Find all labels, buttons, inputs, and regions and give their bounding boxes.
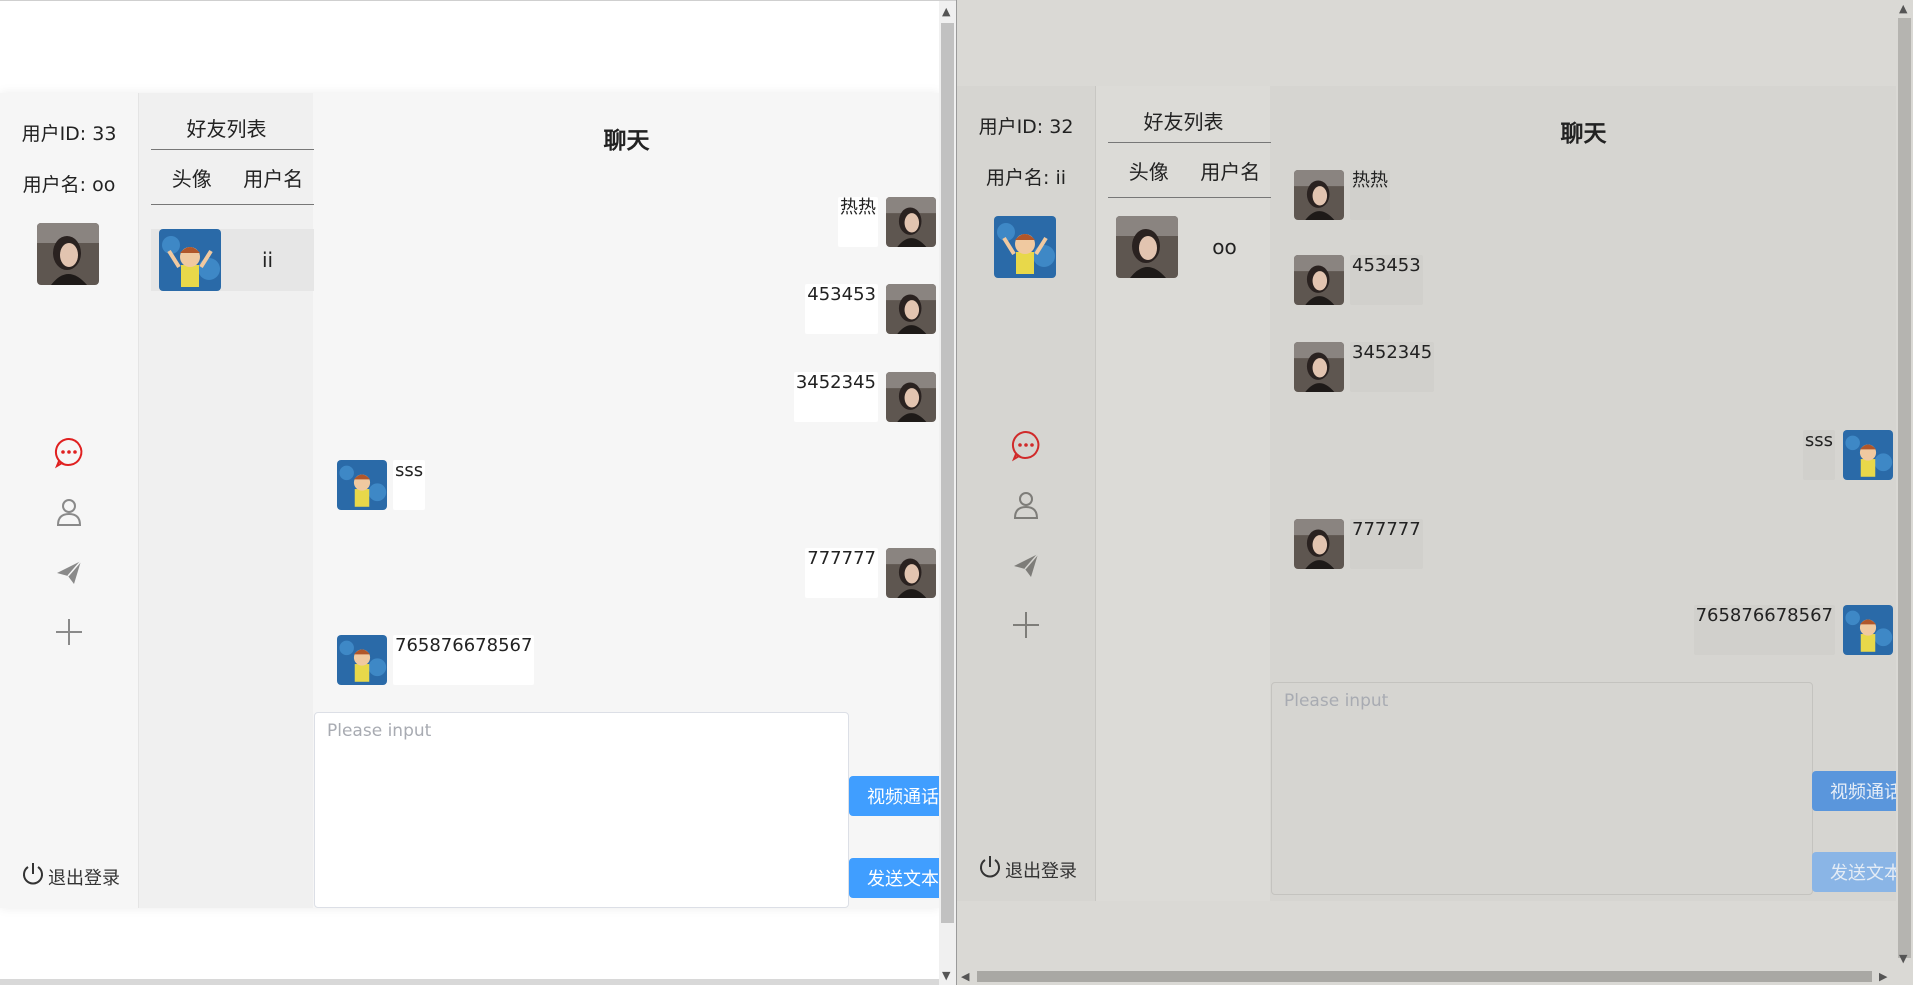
chat-title: 聊天 — [1560, 121, 1607, 147]
friend-list-header: 头像 用户名 — [151, 149, 314, 205]
friend-avatar — [159, 229, 221, 291]
user-icon[interactable] — [52, 495, 86, 529]
col-username-header: 用户名 — [1200, 159, 1261, 184]
col-avatar-header: 头像 — [171, 166, 212, 191]
self-avatar — [994, 216, 1056, 278]
user-name-label: 用户名: oo — [22, 174, 116, 196]
paper-plane-icon[interactable] — [1009, 548, 1043, 582]
message-avatar — [1294, 519, 1344, 569]
chat-bubble-icon[interactable] — [1009, 428, 1043, 462]
message-text: 3452345 — [1350, 342, 1435, 392]
logout-button[interactable]: 退出登录 — [20, 861, 120, 892]
user-icon[interactable] — [1009, 488, 1043, 522]
friend-row[interactable]: ii — [151, 229, 314, 291]
logout-label: 退出登录 — [1005, 860, 1077, 882]
message-avatar — [1294, 170, 1344, 220]
friend-list-header: 头像 用户名 — [1108, 142, 1271, 198]
message-text: sss — [393, 460, 426, 510]
vertical-scrollbar[interactable]: ▲ ▼ — [1896, 0, 1913, 985]
power-icon — [977, 854, 1005, 885]
sidebar: 用户ID: 33 用户名: oo 退出登录 — [0, 93, 138, 908]
chat-message: 热热 — [838, 197, 936, 247]
friend-list-panel: 好友列表 头像 用户名 ii — [138, 93, 314, 908]
chat-message: 765876678567 — [337, 635, 535, 685]
chat-panel: 聊天 热热 453453 3452345 sss 777777 76587667… — [313, 93, 949, 908]
paper-plane-icon[interactable] — [52, 555, 86, 589]
message-text: 热热 — [1350, 170, 1390, 220]
horizontal-scrollbar[interactable] — [0, 979, 939, 985]
message-text: 777777 — [805, 548, 878, 598]
chat-app: 用户ID: 33 用户名: oo 退出登录 好友列表 头像 用户名 ii 聊天 … — [0, 93, 949, 908]
message-text: 765876678567 — [393, 635, 535, 685]
chat-message: sss — [337, 460, 426, 510]
message-avatar — [886, 548, 936, 598]
friend-name: ii — [261, 248, 274, 272]
right-browser-window: 用户ID: 32 用户名: ii 退出登录 好友列表 头像 用户名 oo 聊天 … — [957, 0, 1913, 985]
scrollbar-thumb[interactable] — [941, 23, 954, 923]
chat-title: 聊天 — [603, 128, 650, 154]
plus-icon[interactable] — [1009, 608, 1043, 642]
horizontal-scrollbar[interactable]: ◀ ▶ — [957, 968, 1913, 985]
user-id-label: 用户ID: 33 — [21, 123, 117, 145]
scroll-up-icon[interactable]: ▲ — [1899, 2, 1907, 15]
chat-message: 热热 — [1294, 170, 1390, 220]
friend-list-title: 好友列表 — [186, 117, 267, 141]
message-text: 765876678567 — [1693, 605, 1835, 655]
col-avatar-header: 头像 — [1128, 159, 1169, 184]
chat-panel: 聊天 热热 453453 3452345 sss 777777 76587667… — [1270, 86, 1912, 901]
friend-list-panel: 好友列表 头像 用户名 oo — [1095, 86, 1271, 901]
message-avatar — [886, 197, 936, 247]
message-text: 3452345 — [793, 372, 878, 422]
message-avatar — [886, 284, 936, 334]
user-id-label: 用户ID: 32 — [978, 116, 1074, 138]
scrollbar-thumb[interactable] — [977, 971, 1872, 982]
friend-name: oo — [1212, 235, 1237, 259]
chat-message: 3452345 — [793, 372, 936, 422]
friend-list-title: 好友列表 — [1143, 110, 1224, 134]
message-text: sss — [1802, 430, 1835, 480]
scroll-down-icon[interactable]: ▼ — [1899, 952, 1907, 965]
message-text: 热热 — [838, 197, 878, 247]
chat-message: 3452345 — [1294, 342, 1435, 392]
self-avatar — [37, 223, 99, 285]
sidebar: 用户ID: 32 用户名: ii 退出登录 — [957, 86, 1095, 901]
friend-row[interactable]: oo — [1108, 216, 1271, 278]
message-avatar — [1294, 255, 1344, 305]
scroll-up-icon[interactable]: ▲ — [942, 5, 950, 18]
message-text: 453453 — [805, 284, 878, 334]
scroll-left-icon[interactable]: ◀ — [961, 970, 969, 983]
video-call-button[interactable]: 视频通话 — [849, 776, 949, 816]
message-avatar — [1294, 342, 1344, 392]
chat-message: 777777 — [1294, 519, 1423, 569]
message-input[interactable] — [314, 712, 849, 908]
chat-bubble-icon[interactable] — [52, 435, 86, 469]
power-icon — [20, 861, 48, 892]
message-avatar — [1843, 430, 1893, 480]
plus-icon[interactable] — [52, 615, 86, 649]
scroll-down-icon[interactable]: ▼ — [942, 969, 950, 982]
chat-message: 777777 — [805, 548, 936, 598]
message-avatar — [337, 460, 387, 510]
send-text-button[interactable]: 发送文本 — [849, 858, 949, 898]
friend-avatar — [1116, 216, 1178, 278]
message-input[interactable] — [1271, 682, 1813, 895]
user-name-label: 用户名: ii — [986, 167, 1066, 189]
chat-app: 用户ID: 32 用户名: ii 退出登录 好友列表 头像 用户名 oo 聊天 … — [957, 86, 1912, 901]
logout-button[interactable]: 退出登录 — [977, 854, 1077, 885]
vertical-scrollbar[interactable]: ▲ ▼ — [939, 1, 956, 985]
scroll-right-icon[interactable]: ▶ — [1879, 970, 1887, 983]
col-username-header: 用户名 — [243, 166, 304, 191]
message-avatar — [337, 635, 387, 685]
chat-message: 765876678567 — [1693, 605, 1893, 655]
message-avatar — [1843, 605, 1893, 655]
left-browser-window: 用户ID: 33 用户名: oo 退出登录 好友列表 头像 用户名 ii 聊天 … — [0, 0, 956, 985]
message-avatar — [886, 372, 936, 422]
chat-message: 453453 — [805, 284, 936, 334]
chat-message: 453453 — [1294, 255, 1423, 305]
chat-message: sss — [1802, 430, 1893, 480]
logout-label: 退出登录 — [48, 867, 120, 889]
scrollbar-thumb[interactable] — [1898, 18, 1911, 958]
message-text: 777777 — [1350, 519, 1423, 569]
message-text: 453453 — [1350, 255, 1423, 305]
